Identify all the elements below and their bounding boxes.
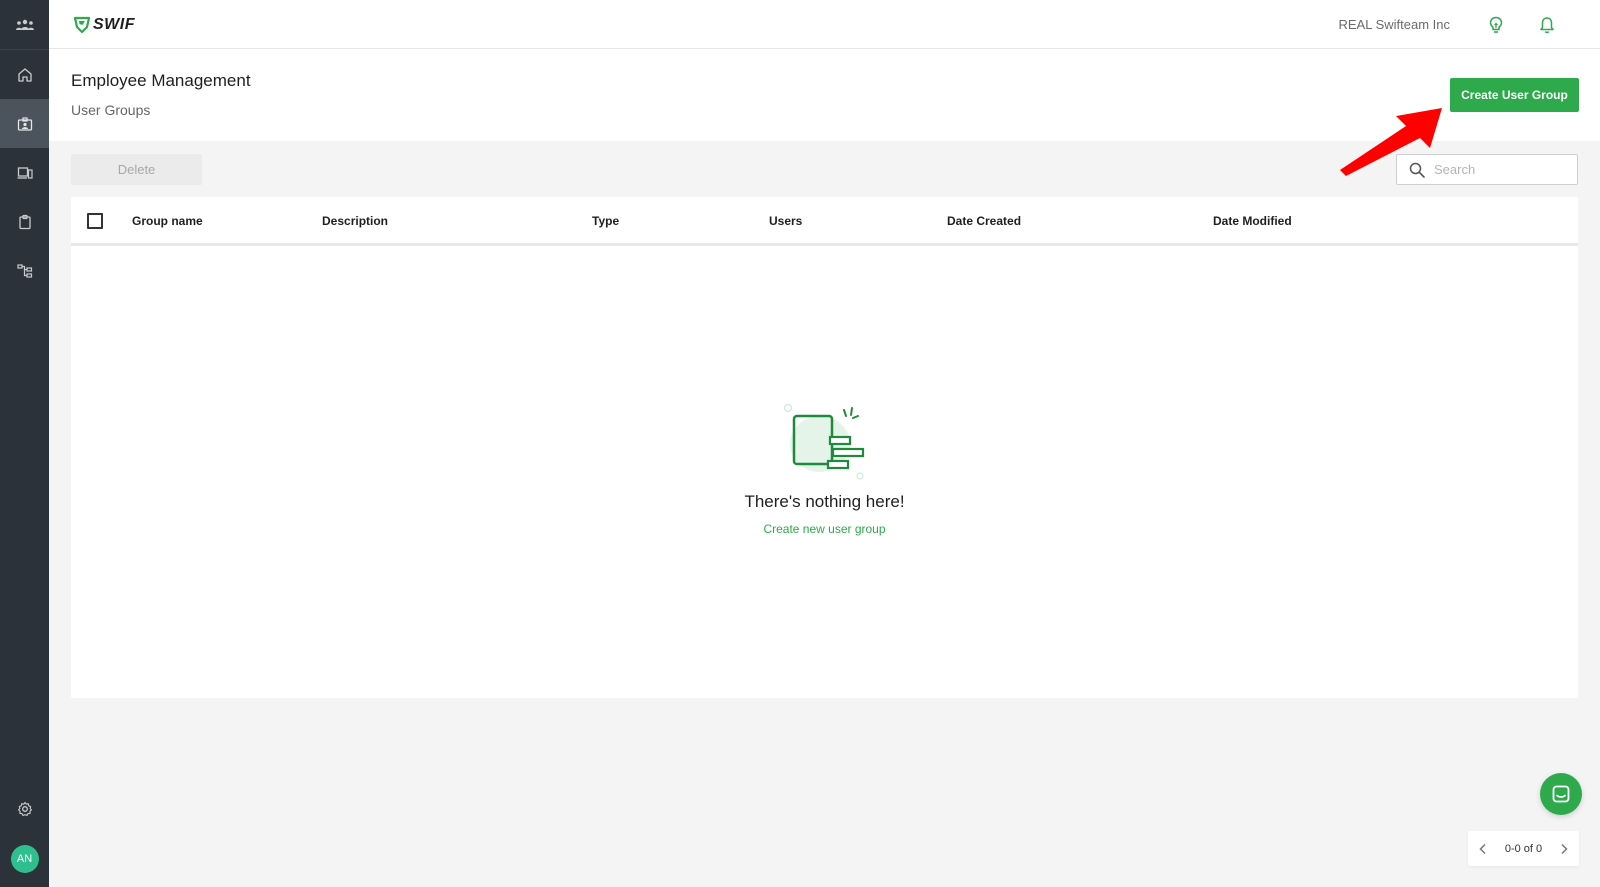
search-icon bbox=[1409, 162, 1425, 178]
sidebar: AN bbox=[0, 0, 49, 887]
shield-logo-icon bbox=[73, 16, 91, 34]
lightbulb-icon bbox=[1489, 16, 1503, 33]
chat-support-button[interactable] bbox=[1540, 773, 1582, 815]
bell-icon bbox=[1540, 17, 1554, 34]
column-header-date-created[interactable]: Date Created bbox=[947, 214, 1021, 228]
page-title: Employee Management bbox=[71, 71, 251, 90]
sidebar-item-home[interactable] bbox=[0, 50, 49, 99]
pagination-label: 0-0 of 0 bbox=[1504, 842, 1543, 855]
sidebar-item-employees[interactable] bbox=[0, 99, 49, 148]
column-header-type[interactable]: Type bbox=[592, 214, 619, 228]
empty-state: There's nothing here! Create new user gr… bbox=[71, 402, 1578, 536]
chevron-right-icon bbox=[1561, 843, 1568, 854]
home-icon bbox=[17, 67, 32, 82]
employee-badge-icon bbox=[17, 116, 32, 131]
sidebar-item-workflows[interactable] bbox=[0, 246, 49, 295]
sidebar-item-devices[interactable] bbox=[0, 148, 49, 197]
next-page-button[interactable] bbox=[1559, 843, 1569, 855]
chat-icon bbox=[1552, 785, 1570, 803]
empty-state-title: There's nothing here! bbox=[744, 492, 905, 511]
empty-list-illustration-icon bbox=[783, 403, 864, 480]
workflow-icon bbox=[16, 263, 32, 278]
column-header-description[interactable]: Description bbox=[322, 214, 388, 228]
sidebar-item-team[interactable] bbox=[0, 0, 49, 50]
team-icon bbox=[15, 19, 34, 30]
pagination: 0-0 of 0 bbox=[1468, 831, 1579, 866]
table-header: Group name Description Type Users Date C… bbox=[71, 197, 1578, 246]
devices-icon bbox=[17, 166, 33, 179]
sidebar-item-inventory[interactable] bbox=[0, 197, 49, 246]
user-groups-table: Group name Description Type Users Date C… bbox=[71, 197, 1578, 698]
column-header-date-modified[interactable]: Date Modified bbox=[1213, 214, 1292, 228]
create-user-group-button[interactable]: Create User Group bbox=[1450, 78, 1579, 112]
column-header-group-name[interactable]: Group name bbox=[132, 214, 203, 228]
gear-icon bbox=[17, 801, 32, 816]
previous-page-button[interactable] bbox=[1478, 843, 1488, 855]
brand-logo[interactable]: SWIF bbox=[73, 16, 135, 34]
clipboard-icon bbox=[18, 214, 31, 229]
select-all-checkbox[interactable] bbox=[87, 213, 103, 229]
avatar[interactable]: AN bbox=[10, 845, 39, 873]
organization-name[interactable]: REAL Swifteam Inc bbox=[1338, 17, 1450, 32]
brand-name: SWIF bbox=[93, 16, 135, 33]
create-new-user-group-link[interactable]: Create new user group bbox=[763, 522, 885, 536]
column-header-users[interactable]: Users bbox=[769, 214, 802, 228]
sidebar-item-settings[interactable] bbox=[0, 784, 49, 833]
delete-button[interactable]: Delete bbox=[71, 154, 202, 185]
page-subtitle: User Groups bbox=[71, 102, 151, 118]
chevron-left-icon bbox=[1479, 843, 1486, 854]
notifications-button[interactable] bbox=[1536, 14, 1558, 36]
top-bar: SWIF REAL Swifteam Inc bbox=[49, 0, 1600, 49]
search-input[interactable] bbox=[1434, 162, 1564, 177]
sidebar-footer: AN bbox=[0, 784, 49, 887]
tips-button[interactable] bbox=[1485, 14, 1507, 36]
search-box[interactable] bbox=[1396, 154, 1578, 185]
